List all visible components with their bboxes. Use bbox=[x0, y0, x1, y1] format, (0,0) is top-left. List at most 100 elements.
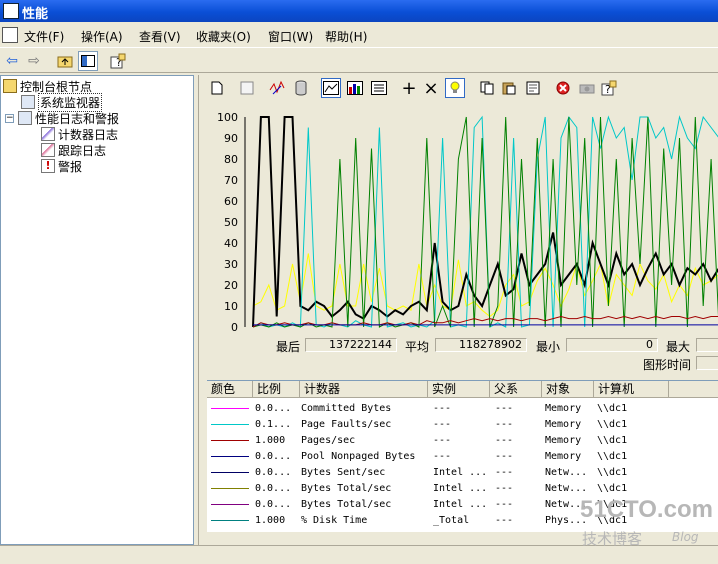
copy-properties-icon[interactable] bbox=[477, 78, 497, 98]
freeze-display-icon[interactable] bbox=[553, 78, 573, 98]
delete-counter-icon[interactable]: × bbox=[421, 78, 441, 99]
menu-favorites[interactable]: 收藏夹(O) bbox=[196, 28, 251, 45]
menu-window[interactable]: 窗口(W) bbox=[268, 28, 313, 45]
row-computer: \\dc1 bbox=[597, 435, 628, 446]
row-counter: Page Faults/sec bbox=[301, 419, 392, 430]
title-bar: 性能 bbox=[0, 0, 718, 22]
row-parent: --- bbox=[495, 419, 514, 430]
column-header-scale[interactable]: 比例 bbox=[253, 381, 300, 398]
menu-bar: 文件(F) 操作(A) 查看(V) 收藏夹(O) 窗口(W) 帮助(H) bbox=[0, 24, 718, 46]
tree-item-counter-logs[interactable]: 计数器日志 bbox=[41, 126, 118, 142]
column-header-computer[interactable]: 计算机 bbox=[594, 381, 669, 398]
legend-row[interactable]: 0.0... Bytes Total/sec Intel ... --- Net… bbox=[207, 481, 718, 497]
row-scale: 0.0... bbox=[255, 403, 292, 414]
tree-item-perf-logs[interactable]: − 性能日志和警报 bbox=[5, 110, 119, 126]
average-value: 118278902 bbox=[435, 338, 527, 352]
row-counter: Bytes Total/sec bbox=[301, 483, 392, 494]
view-current-activity-icon[interactable] bbox=[267, 78, 287, 98]
series-color-swatch bbox=[211, 440, 249, 441]
folder-icon bbox=[3, 79, 17, 93]
minimum-label: 最小 bbox=[536, 340, 561, 354]
row-object: Memory bbox=[545, 435, 582, 446]
menu-action[interactable]: 操作(A) bbox=[81, 28, 123, 45]
highlight-icon[interactable] bbox=[445, 78, 465, 98]
help-icon[interactable]: ? bbox=[108, 51, 128, 71]
last-value: 137222144 bbox=[305, 338, 397, 352]
column-header-parent[interactable]: 父系 bbox=[490, 381, 542, 398]
menu-file[interactable]: 文件(F) bbox=[24, 28, 64, 45]
view-report-icon[interactable] bbox=[369, 78, 389, 98]
performance-graph: 1009080706050403020100 bbox=[217, 111, 718, 334]
paste-counter-list-icon[interactable] bbox=[499, 78, 519, 98]
row-instance: --- bbox=[433, 419, 452, 430]
legend-row[interactable]: 0.1... Page Faults/sec --- --- Memory \\… bbox=[207, 417, 718, 433]
forward-arrow-icon[interactable]: ⇨ bbox=[24, 51, 44, 71]
legend-row[interactable]: 0.0... Committed Bytes --- --- Memory \\… bbox=[207, 401, 718, 417]
row-scale: 0.1... bbox=[255, 419, 292, 430]
y-tick-label: 0 bbox=[231, 321, 238, 334]
legend-row[interactable]: 1.000 Pages/sec --- --- Memory \\dc1 bbox=[207, 433, 718, 449]
row-instance: Intel ... bbox=[433, 467, 488, 478]
column-header-instance[interactable]: 实例 bbox=[428, 381, 490, 398]
row-instance: _Total bbox=[433, 515, 470, 526]
view-histogram-icon[interactable] bbox=[345, 78, 365, 98]
properties-icon[interactable] bbox=[523, 78, 543, 98]
window-title: 性能 bbox=[22, 7, 49, 22]
tree-item-system-monitor[interactable]: 系统监视器 bbox=[21, 92, 103, 112]
back-arrow-icon[interactable]: ⇦ bbox=[2, 51, 22, 71]
tree-item-label: 跟踪日志 bbox=[58, 143, 107, 158]
view-graph-icon[interactable] bbox=[321, 78, 341, 98]
y-tick-label: 20 bbox=[224, 279, 238, 292]
column-header-object[interactable]: 对象 bbox=[542, 381, 594, 398]
row-computer: \\dc1 bbox=[597, 451, 628, 462]
add-counter-icon[interactable]: + bbox=[399, 78, 419, 99]
y-tick-label: 10 bbox=[224, 300, 238, 313]
row-object: Phys... bbox=[545, 515, 588, 526]
clear-display-icon[interactable] bbox=[237, 78, 257, 98]
menu-help[interactable]: 帮助(H) bbox=[325, 28, 367, 45]
row-instance: --- bbox=[433, 435, 452, 446]
series-color-swatch bbox=[211, 472, 249, 473]
row-computer: \\dc1 bbox=[597, 467, 628, 478]
row-computer: \\dc1 bbox=[597, 499, 628, 510]
row-computer: \\dc1 bbox=[597, 515, 628, 526]
up-folder-icon[interactable] bbox=[55, 51, 75, 71]
legend-row[interactable]: 0.0... Bytes Total/sec Intel ... --- Net… bbox=[207, 497, 718, 513]
row-scale: 1.000 bbox=[255, 515, 286, 526]
row-parent: --- bbox=[495, 467, 514, 478]
monitor-toolbar: + × ? bbox=[199, 75, 718, 103]
y-tick-label: 30 bbox=[224, 258, 238, 271]
show-hide-tree-icon[interactable] bbox=[78, 51, 98, 71]
series-color-swatch bbox=[211, 424, 249, 425]
legend-row[interactable]: 0.0... Pool Nonpaged Bytes --- --- Memor… bbox=[207, 449, 718, 465]
column-header-color[interactable]: 颜色 bbox=[207, 381, 253, 398]
view-log-data-icon[interactable] bbox=[291, 78, 311, 98]
y-tick-label: 80 bbox=[224, 153, 238, 166]
y-tick-labels: 1009080706050403020100 bbox=[217, 111, 238, 334]
monitor-help-icon[interactable]: ? bbox=[599, 78, 619, 98]
menu-view[interactable]: 查看(V) bbox=[139, 28, 181, 45]
legend-row[interactable]: 0.0... Bytes Sent/sec Intel ... --- Netw… bbox=[207, 465, 718, 481]
logs-icon bbox=[18, 111, 32, 125]
row-counter: Bytes Sent/sec bbox=[301, 467, 386, 478]
row-parent: --- bbox=[495, 451, 514, 462]
legend-row[interactable]: 1.000 % Disk Time _Total --- Phys... \\d… bbox=[207, 513, 718, 529]
row-parent: --- bbox=[495, 499, 514, 510]
new-counter-set-icon[interactable] bbox=[207, 78, 227, 98]
console-tree: 控制台根节点 系统监视器 − 性能日志和警报 计数器日志 跟踪日志 ! 警报 bbox=[0, 75, 194, 545]
row-computer: \\dc1 bbox=[597, 403, 628, 414]
row-instance: Intel ... bbox=[433, 499, 488, 510]
tree-item-trace-logs[interactable]: 跟踪日志 bbox=[41, 142, 106, 158]
update-data-icon[interactable] bbox=[577, 78, 597, 98]
performance-app-icon bbox=[3, 3, 19, 19]
column-header-counter[interactable]: 计数器 bbox=[300, 381, 428, 398]
row-scale: 0.0... bbox=[255, 467, 292, 478]
row-counter: Committed Bytes bbox=[301, 403, 392, 414]
tree-item-alerts[interactable]: ! 警报 bbox=[41, 158, 82, 174]
row-object: Netw... bbox=[545, 467, 588, 478]
average-label: 平均 bbox=[405, 340, 430, 354]
row-counter: Pages/sec bbox=[301, 435, 356, 446]
collapse-icon[interactable]: − bbox=[5, 113, 14, 123]
system-menu-icon[interactable] bbox=[2, 27, 18, 43]
row-parent: --- bbox=[495, 483, 514, 494]
